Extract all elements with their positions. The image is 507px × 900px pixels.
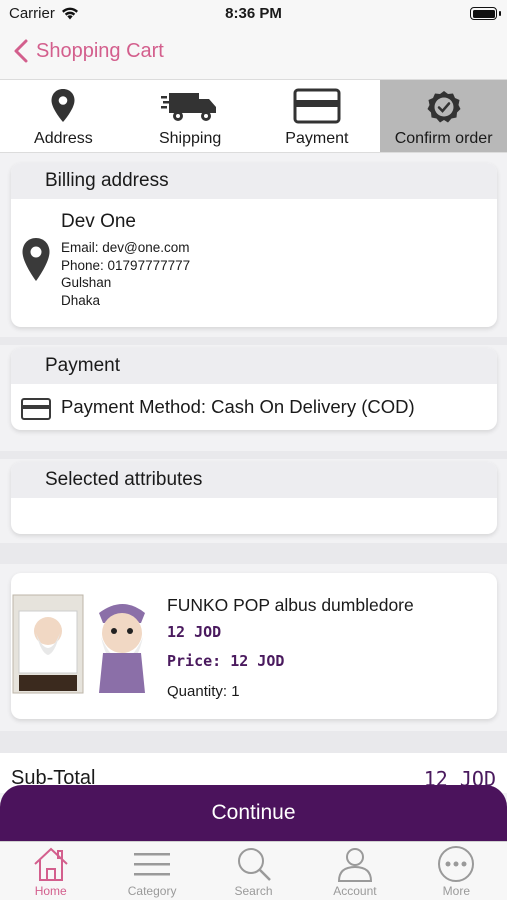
check-badge-icon xyxy=(427,91,461,123)
back-label: Shopping Cart xyxy=(36,39,164,62)
product-body: FUNKO POP albus dumbledore 12 JOD Price:… xyxy=(11,573,497,719)
tab-more[interactable]: More xyxy=(406,842,507,900)
map-pin-icon xyxy=(51,89,75,122)
status-time: 8:36 PM xyxy=(225,5,282,22)
status-bar: Carrier 8:36 PM xyxy=(0,0,507,28)
tab-home-label: Home xyxy=(34,884,67,898)
credit-card-icon xyxy=(293,88,341,124)
tab-account[interactable]: Account xyxy=(304,842,405,900)
nav-bar: Shopping Cart xyxy=(0,28,507,80)
tab-account-label: Account xyxy=(333,884,377,898)
tab-search[interactable]: Search xyxy=(203,842,304,900)
selected-attributes-body xyxy=(11,498,497,534)
step-confirm-order-label: Confirm order xyxy=(394,130,493,147)
section-divider xyxy=(0,543,507,564)
tab-home[interactable]: Home xyxy=(0,842,101,900)
continue-button[interactable]: Continue xyxy=(0,785,507,841)
more-icon xyxy=(438,846,475,882)
step-address-label: Address xyxy=(34,130,93,147)
step-payment-label: Payment xyxy=(285,130,349,147)
section-divider xyxy=(0,337,507,345)
payment-title: Payment xyxy=(11,348,497,384)
step-shipping[interactable]: Shipping xyxy=(127,80,254,152)
billing-area: Gulshan xyxy=(61,275,112,290)
tab-bar: Home Category Search Account More xyxy=(0,841,507,900)
tab-more-label: More xyxy=(442,884,470,898)
truck-icon xyxy=(161,93,217,121)
search-icon xyxy=(237,848,271,881)
tab-search-label: Search xyxy=(234,884,273,898)
section-divider xyxy=(0,451,507,459)
step-confirm-order[interactable]: Confirm order xyxy=(380,80,507,152)
battery-icon xyxy=(470,7,497,20)
selected-attributes-title: Selected attributes xyxy=(11,462,497,498)
back-button[interactable]: Shopping Cart xyxy=(12,38,164,64)
billing-city: Dhaka xyxy=(61,292,101,308)
product-card[interactable]: FUNKO POP albus dumbledore 12 JOD Price:… xyxy=(11,573,497,719)
tab-category-label: Category xyxy=(127,884,177,898)
product-price: 12 JOD xyxy=(167,623,222,641)
checkout-steps: Address Shipping Payment Confirm order xyxy=(0,80,507,153)
payment-method: Payment Method: Cash On Delivery (COD) xyxy=(61,396,415,417)
tab-category[interactable]: Category xyxy=(101,842,202,900)
credit-card-icon xyxy=(21,398,51,420)
billing-email: Email: dev@one.com xyxy=(61,240,190,255)
step-payment[interactable]: Payment xyxy=(254,80,381,152)
user-icon xyxy=(337,848,372,882)
billing-name: Dev One xyxy=(61,211,136,232)
product-image xyxy=(12,594,145,694)
product-quantity: Quantity: 1 xyxy=(167,683,240,700)
billing-address-title: Billing address xyxy=(11,163,497,199)
selected-attributes-card: Selected attributes xyxy=(11,462,497,534)
menu-icon xyxy=(134,853,171,876)
billing-address-card: Billing address Dev One Email: dev@one.c… xyxy=(11,163,497,327)
battery-tip xyxy=(499,11,501,16)
product-name[interactable]: FUNKO POP albus dumbledore xyxy=(167,595,414,616)
location-pin-icon xyxy=(22,238,50,281)
chevron-left-icon xyxy=(14,39,28,63)
home-icon xyxy=(34,847,68,881)
step-shipping-label: Shipping xyxy=(158,130,222,147)
payment-body: Payment Method: Cash On Delivery (COD) xyxy=(11,384,497,430)
billing-phone: Phone: 01797777777 xyxy=(61,257,191,273)
step-address[interactable]: Address xyxy=(0,80,127,152)
payment-card: Payment Payment Method: Cash On Delivery… xyxy=(11,348,497,430)
billing-address-body: Dev One Email: dev@one.com Phone: 017977… xyxy=(11,199,497,327)
section-divider xyxy=(0,731,507,753)
billing-details: Email: dev@one.com Phone: 01797777777 Gu… xyxy=(61,239,190,309)
product-unit-price: Price: 12 JOD xyxy=(167,652,285,670)
